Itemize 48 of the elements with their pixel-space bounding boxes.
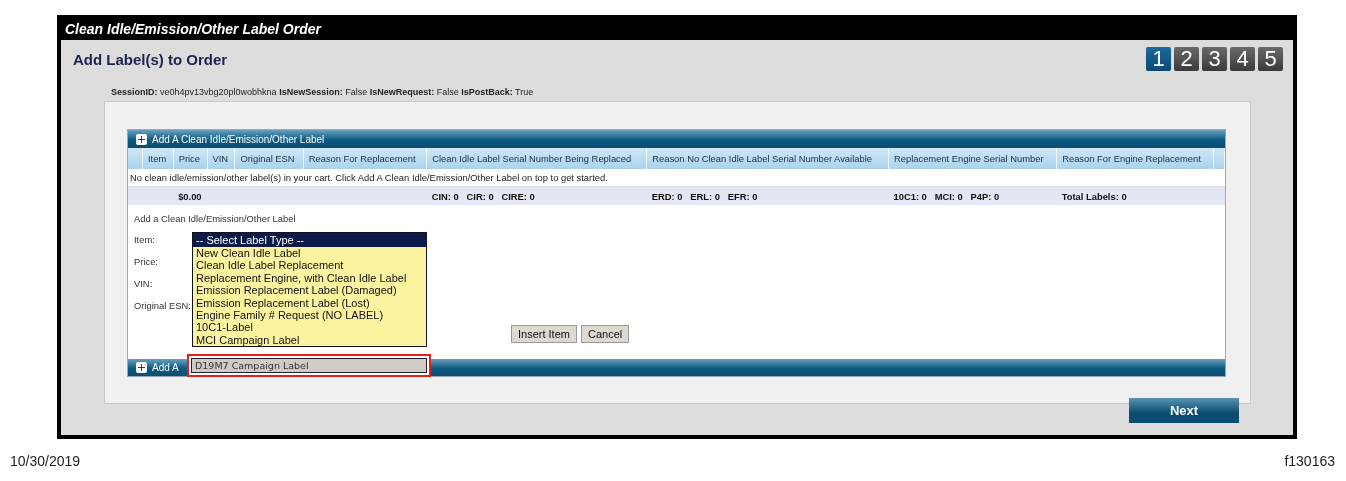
date-text: 10/30/2019 <box>10 453 81 469</box>
dropdown-option[interactable]: Engine Family # Request (NO LABEL) <box>193 309 426 322</box>
form-button[interactable]: Insert Item <box>511 325 577 343</box>
step-tab[interactable]: 2 <box>1174 47 1199 71</box>
total-value: $0.00 <box>178 190 202 202</box>
window-title: Clean Idle/Emission/Other Label Order <box>61 18 1293 40</box>
session-info: SessionID: ve0h4pv13vbg20pl0wobhkna IsNewSession: False IsNewRequest: False IsPostBack: True <box>110 86 535 97</box>
column-header: Item <box>142 148 174 169</box>
dropdown-option[interactable]: Clean Idle Label Replacement <box>193 259 426 272</box>
column-header: Clean Idle Label Serial Number Being Replaced <box>426 148 647 169</box>
dropdown-option[interactable]: 10C1-Label <box>193 321 426 334</box>
column-header: Replacement Engine Serial Number <box>888 148 1057 169</box>
column-header: Original ESN <box>234 148 304 169</box>
field-label: Item: <box>134 234 156 247</box>
empty-message: No clean idle/emission/other label(s) in your cart. Click Add A Clean Idle/Emission/Other Label on top to get started. <box>128 169 1225 187</box>
step-tab[interactable]: 4 <box>1230 47 1255 71</box>
field-label: Original ESN: <box>134 300 191 313</box>
column-header: Reason For Engine Replacement <box>1056 148 1214 169</box>
dropdown-option[interactable]: MCI Campaign Label <box>193 333 426 347</box>
total-value: CIN: 0 CIR: 0 CIRE: 0 <box>431 190 535 202</box>
total-value: Total Labels: 0 <box>1061 190 1127 202</box>
step-tab[interactable]: 5 <box>1258 47 1283 71</box>
total-value: 10C1: 0 MCI: 0 P4P: 0 <box>893 190 1000 202</box>
add-label-link[interactable]: Add A <box>152 362 179 373</box>
form-button[interactable]: Cancel <box>580 325 630 343</box>
plus-icon[interactable] <box>136 362 147 373</box>
step-tab[interactable]: 1 <box>1146 47 1171 71</box>
plus-icon[interactable] <box>136 133 147 145</box>
total-value: ERD: 0 ERL: 0 EFR: 0 <box>651 190 758 202</box>
column-header: Price <box>173 148 207 169</box>
step-tab[interactable]: 3 <box>1202 47 1227 71</box>
figure-id: f130163 <box>1284 453 1335 469</box>
field-label: Price: <box>134 256 159 269</box>
column-header: Reason No Clean Idle Label Serial Number Available <box>646 148 889 169</box>
dropdown-option[interactable]: -- Select Label Type -- <box>193 233 426 247</box>
field-label: VIN: <box>134 278 154 291</box>
column-header: VIN <box>207 148 235 169</box>
dropdown-option[interactable]: Emission Replacement Label (Lost) <box>193 296 426 310</box>
label-type-list[interactable] <box>192 232 427 348</box>
next-button[interactable]: Next <box>1129 398 1239 423</box>
dropdown-option[interactable]: Emission Replacement Label (Damaged) <box>193 284 426 297</box>
column-header: Reason For Replacement <box>303 148 427 169</box>
dropdown-option[interactable]: Replacement Engine, with Clean Idle Label <box>193 271 426 285</box>
page-title: Add Label(s) to Order <box>72 50 228 68</box>
add-label-link[interactable]: Add A Clean Idle/Emission/Other Label <box>152 133 325 145</box>
dropdown-option[interactable]: New Clean Idle Label <box>193 247 426 260</box>
dropdown-option[interactable]: D19M7 Campaign Label <box>191 358 427 373</box>
form-heading: Add a Clean Idle/Emission/Other Label <box>134 213 296 224</box>
